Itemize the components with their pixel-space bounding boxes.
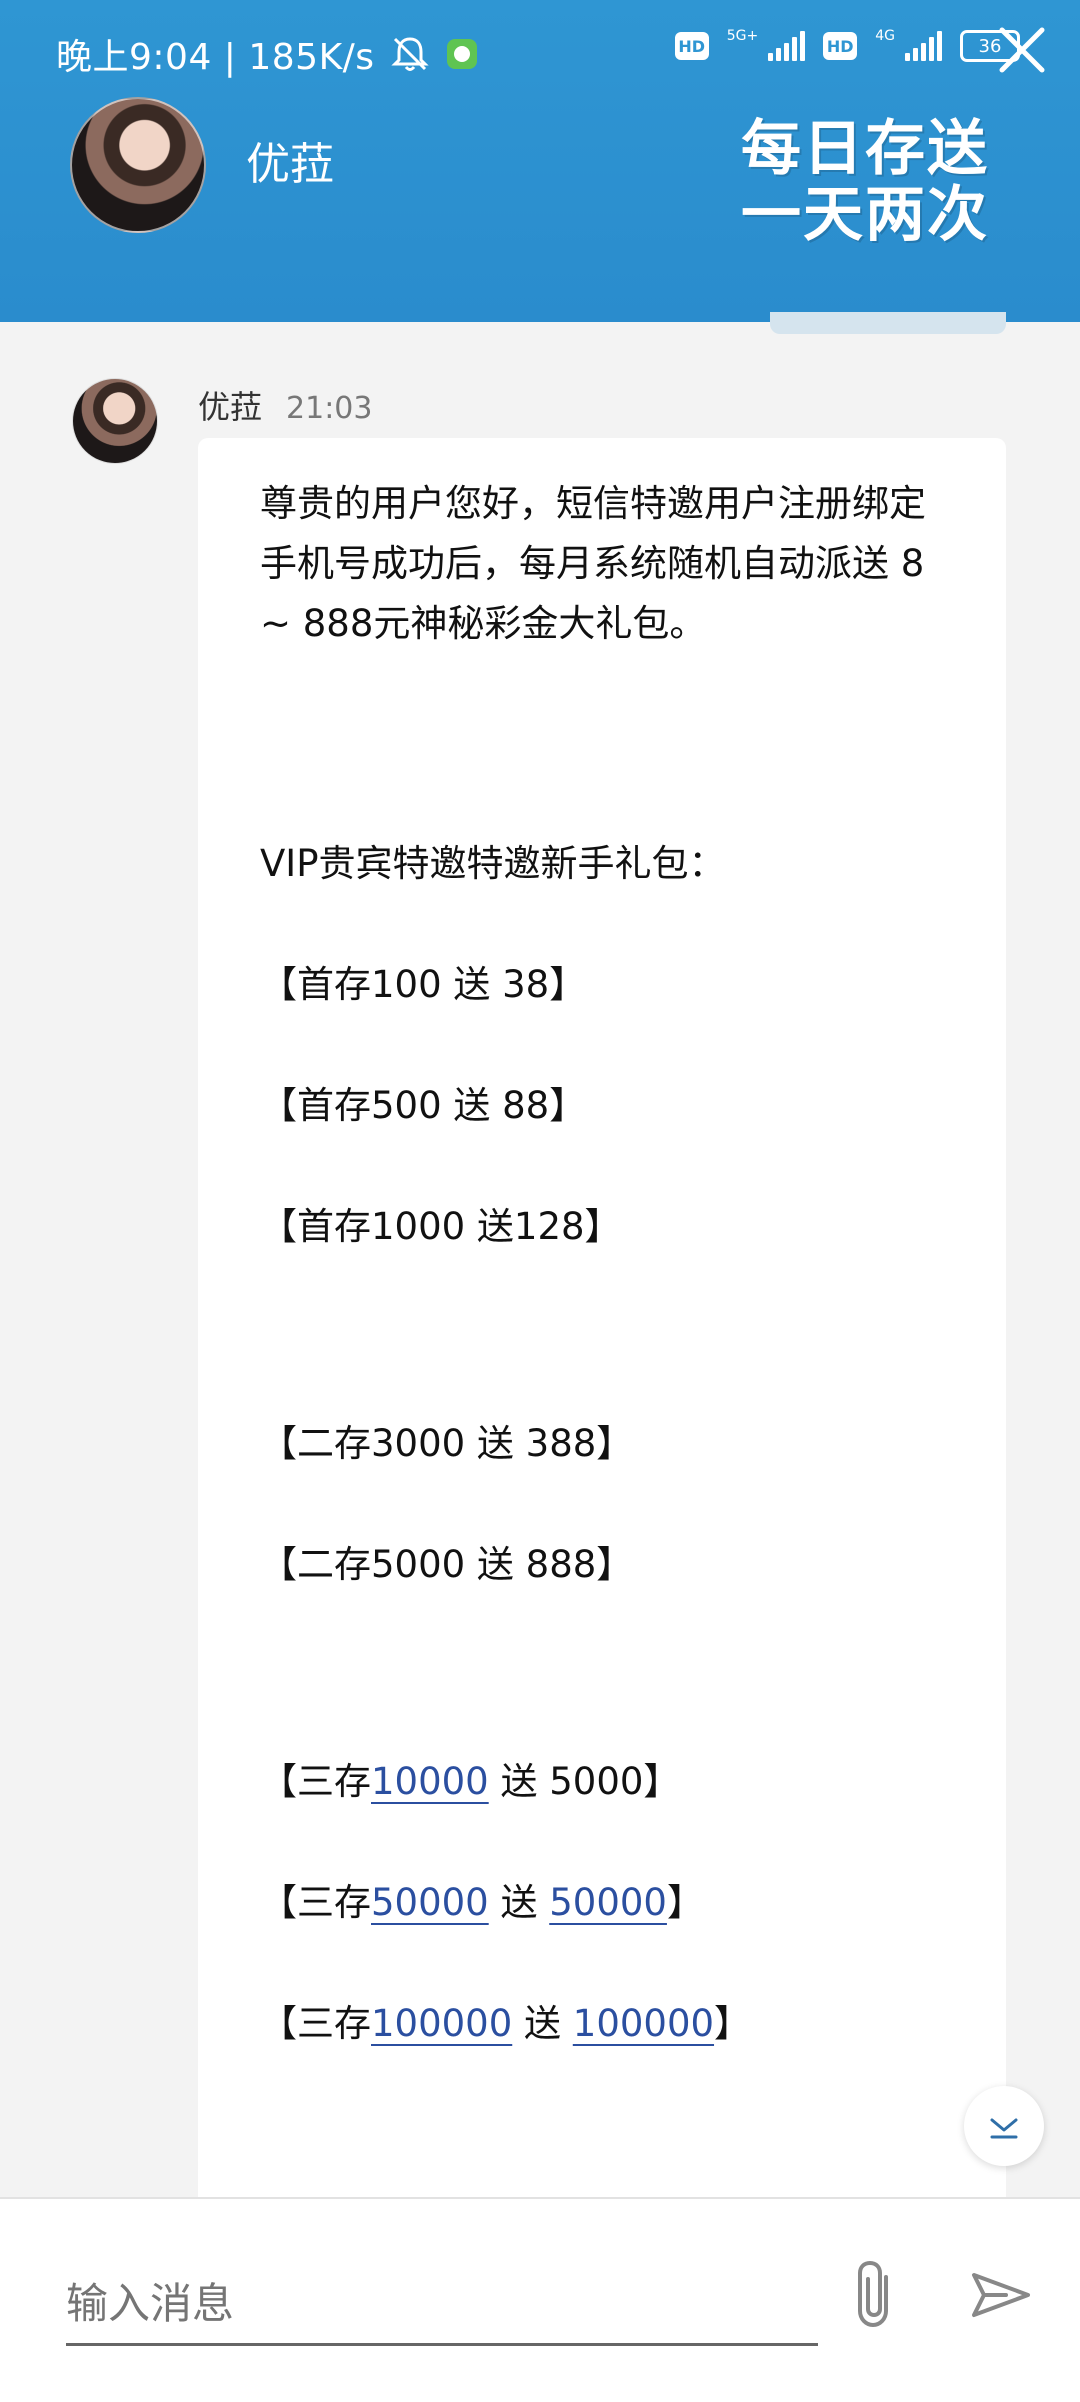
deposit-number-link[interactable]: 50000 <box>371 1881 489 1924</box>
offer-third-1: 【三存10000 送 5000】 <box>260 1752 940 1812</box>
chat-area[interactable]: 优菈 21:03 尊贵的用户您好，短信特邀用户注册绑定手机号成功后，每月系统随机… <box>0 322 1080 2197</box>
scroll-to-bottom-button[interactable] <box>964 2086 1044 2166</box>
chevron-down-icon <box>990 2118 1018 2139</box>
status-right: HD 5G+ HD 4G 36 <box>674 28 1020 62</box>
offer-mid: 送 <box>512 2002 573 2045</box>
signal-icon <box>768 31 806 61</box>
offer-prefix: 【三存 <box>260 1881 371 1924</box>
offer-prefix: 【三存 <box>260 2002 371 2045</box>
deposit-number-link[interactable]: 100000 <box>371 2002 512 2045</box>
message-meta: 优菈 21:03 <box>198 382 372 428</box>
offer-mid: 送 <box>488 1760 550 1803</box>
offer-prefix: 【三存 <box>260 1760 371 1803</box>
message-content: 尊贵的用户您好，短信特邀用户注册绑定手机号成功后，每月系统随机自动派送 8 ~ … <box>260 474 940 2054</box>
signal-icon <box>905 31 942 61</box>
avatar[interactable] <box>70 97 206 233</box>
offer-first-2: 【首存500 送 88】 <box>260 1084 587 1127</box>
offer-second-1: 【二存3000 送 388】 <box>260 1422 634 1465</box>
bell-off-icon <box>389 33 431 75</box>
chat-header: 晚上9:04 | 185K/s HD 5G+ HD 4G 36 优菈 每日存送 … <box>0 0 1080 322</box>
message-bubble: 尊贵的用户您好，短信特邀用户注册绑定手机号成功后，每月系统随机自动派送 8 ~ … <box>198 438 1006 2197</box>
message-sender: 优菈 <box>198 388 263 426</box>
deposit-number-link[interactable]: 10000 <box>371 1760 489 1803</box>
offer-suffix: 】 <box>666 1881 704 1924</box>
contact-name: 优菈 <box>246 139 334 190</box>
offer-suffix: 】 <box>643 1760 681 1803</box>
message-avatar[interactable] <box>72 378 158 464</box>
bonus-number-link[interactable]: 50000 <box>549 1881 667 1924</box>
offer-suffix: 】 <box>714 2002 752 2045</box>
network-type-1: 5G+ <box>726 28 759 44</box>
send-icon <box>972 2273 1030 2317</box>
status-bar: 晚上9:04 | 185K/s HD 5G+ HD 4G 36 <box>0 0 1080 110</box>
offer-first-1: 【首存100 送 38】 <box>260 963 587 1006</box>
paperclip-icon <box>858 2260 888 2328</box>
close-button[interactable] <box>994 22 1050 78</box>
notification-app-icon <box>445 37 479 71</box>
offer-second-2: 【二存5000 送 888】 <box>260 1543 634 1586</box>
bonus-number: 5000 <box>549 1760 644 1803</box>
message-intro: 尊贵的用户您好，短信特邀用户注册绑定手机号成功后，每月系统随机自动派送 8 ~ … <box>260 482 926 645</box>
message-time: 21:03 <box>286 391 373 426</box>
attach-button[interactable] <box>852 2255 902 2335</box>
status-time-speed: 晚上9:04 | 185K/s <box>56 37 375 78</box>
promo-line-1: 每日存送 <box>741 114 989 184</box>
vip-title: VIP贵宾特邀特邀新手礼包： <box>260 842 726 885</box>
offer-mid: 送 <box>488 1881 550 1924</box>
send-button[interactable] <box>966 2255 1036 2335</box>
input-bar <box>0 2197 1080 2402</box>
status-left: 晚上9:04 | 185K/s <box>56 28 479 80</box>
hd-badge-1: HD <box>674 32 709 60</box>
message-input[interactable] <box>66 2263 818 2346</box>
hd-badge-2: HD <box>823 32 858 60</box>
offer-first-3: 【首存1000 送128】 <box>260 1205 622 1248</box>
bonus-number-link[interactable]: 100000 <box>573 2002 714 2045</box>
offer-third-2: 【三存50000 送 50000】 <box>260 1873 940 1933</box>
promo-banner: 每日存送 一天两次 <box>720 116 1010 248</box>
close-icon <box>999 27 1045 73</box>
offer-third-3: 【三存100000 送 100000】 <box>260 1994 940 2054</box>
promo-line-2: 一天两次 <box>741 180 989 250</box>
network-type-2: 4G <box>875 28 895 44</box>
